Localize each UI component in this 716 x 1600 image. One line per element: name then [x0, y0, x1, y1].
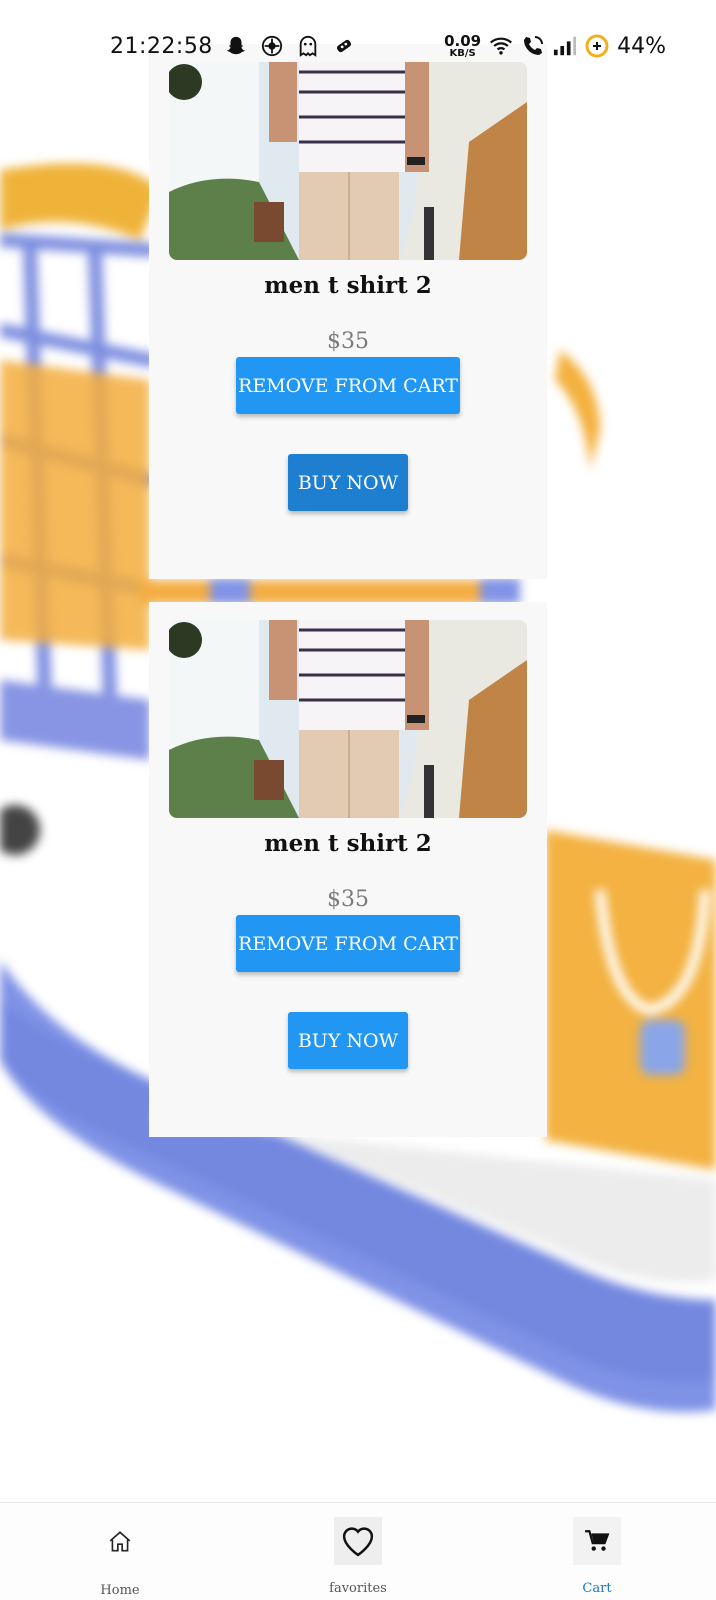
battery-saver-icon — [585, 34, 609, 58]
game-icon — [332, 34, 356, 58]
product-title: men t shirt 2 — [264, 272, 432, 299]
nav-home[interactable]: Home — [70, 1503, 170, 1600]
notification-icons — [224, 34, 356, 58]
cart-icon — [573, 1517, 621, 1565]
status-bar: 21:22:58 0.09 KB/S 44% — [0, 24, 716, 68]
nav-favorites[interactable]: favorites — [308, 1503, 408, 1600]
remove-from-cart-button[interactable]: REMOVE FROM CART — [236, 915, 460, 972]
wifi-call-icon — [521, 34, 545, 58]
product-image[interactable] — [169, 62, 527, 260]
product-price: $35 — [327, 329, 369, 354]
heart-icon — [334, 1517, 382, 1565]
nav-cart[interactable]: Cart — [547, 1503, 647, 1600]
network-speed-unit: KB/S — [449, 47, 476, 59]
vpn-icon — [260, 34, 284, 58]
signal-icon — [553, 34, 577, 58]
battery-percent: 44% — [617, 33, 666, 59]
nav-favorites-label: favorites — [329, 1581, 387, 1596]
wifi-icon — [489, 34, 513, 58]
status-time: 21:22:58 — [110, 33, 213, 59]
ghost-icon — [296, 34, 320, 58]
bottom-navigation: Home favorites Cart — [0, 1502, 716, 1600]
cart-item-card: men t shirt 2 $35 REMOVE FROM CART BUY N… — [149, 602, 547, 1137]
home-icon — [95, 1517, 145, 1567]
network-speed: 0.09 KB/S — [444, 31, 482, 59]
remove-from-cart-button[interactable]: REMOVE FROM CART — [236, 357, 460, 414]
cart-item-card: men t shirt 2 $35 REMOVE FROM CART BUY N… — [149, 44, 547, 579]
nav-cart-label: Cart — [582, 1581, 612, 1596]
product-title: men t shirt 2 — [264, 830, 432, 857]
snapchat-icon — [224, 34, 248, 58]
nav-home-label: Home — [100, 1583, 140, 1598]
buy-now-button[interactable]: BUY NOW — [288, 454, 408, 511]
system-indicators: 0.09 KB/S 44% — [444, 31, 666, 59]
product-price: $35 — [327, 887, 369, 912]
buy-now-button[interactable]: BUY NOW — [288, 1012, 408, 1069]
network-speed-value: 0.09 — [444, 31, 482, 50]
product-image[interactable] — [169, 620, 527, 818]
